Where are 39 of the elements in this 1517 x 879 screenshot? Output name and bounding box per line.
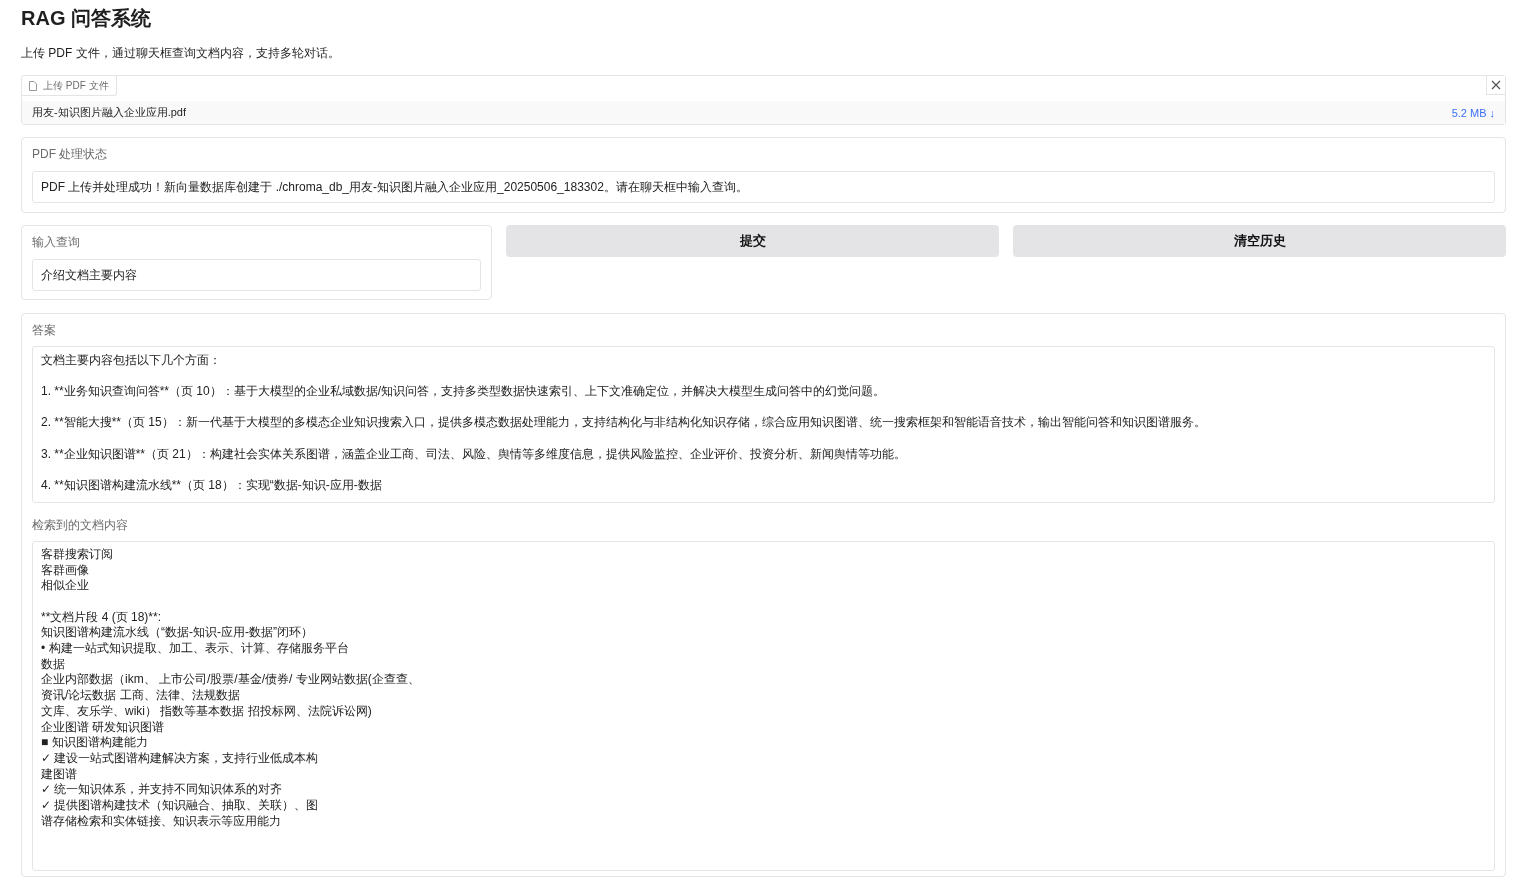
text-line: 客群搜索订阅 (41, 547, 114, 563)
text-line: 企业图谱 研发知识图谱 (41, 719, 166, 736)
text-line: 数据 (41, 656, 66, 673)
action-button[interactable]: 清空历史 (1013, 225, 1506, 257)
text-line: ✓ 统一知识体系，并支持不同知识体系的对齐 (41, 782, 284, 799)
text-line: 知识图谱构建流水线（“数据-知识-应用-数据”闭环） (41, 625, 314, 641)
field-label: 答案 (32, 322, 56, 339)
text-line: 企业内部数据（ikm、 上市公司/股票/基金/债券/ 专业网站数据(企查查、 (41, 672, 421, 689)
text-line: 客群画像 (41, 562, 90, 579)
text-line: ■ 知识图谱构建能力 (41, 735, 149, 751)
text-line: 资讯/论坛数据 工商、法律、法规数据 (41, 688, 241, 704)
text-line: • 构建一站式知识提取、加工、表示、计算、存储服务平台 (41, 641, 350, 657)
field-label: 输入查询 (32, 234, 80, 251)
action-button[interactable]: 提交 (506, 225, 999, 257)
page-description: 上传 PDF 文件，通过聊天框查询文档内容，支持多轮对话。 (21, 45, 340, 61)
text-line: 相似企业 (41, 578, 90, 595)
text-line: ✓ 提供图谱构建技术（知识融合、抽取、关联）、图 (41, 798, 320, 814)
file-name: 用友-知识图片融入企业应用.pdf (32, 105, 186, 120)
download-link[interactable]: ↓ (1489, 106, 1495, 119)
field-label: 检索到的文档内容 (32, 517, 128, 534)
close-icon (1491, 80, 1501, 90)
text-line: 1. **业务知识查询问答**（页 10）：基于大模型的企业私域数据/知识问答，支持多类型数据快速索引、上下文准确定位，并解决大模型生成问答中的幻觉问题。 (41, 384, 887, 400)
text-line: 2. **智能大搜**（页 15）：新一代基于大模型的多模态企业知识搜索入口，提供多模态数据处理能力，支持结构化与非结构化知识存储，综合应用知识图谱、统一搜索框架和智能语音技术，输出智能问答和知识图谱服务。 (41, 415, 1207, 432)
text-line: 3. **企业知识图谱**（页 21）：构建社会实体关系图谱，涵盖企业工商、司法、风险、舆情等多维度信息，提供风险监控、企业评价、投资分析、新闻舆情等功能。 (41, 446, 907, 463)
status-field: PDF 上传并处理成功！新向量数据库创建于 ./chroma_db_用友-知识图片融入企业应用_20250506_183302。请在聊天框中输入查询。 (32, 171, 1495, 203)
upload-label-text: 上传 PDF 文件 (43, 78, 109, 93)
file-icon (29, 80, 37, 91)
text-line: 建图谱 (41, 766, 78, 783)
file-size: 5.2 MB (1451, 106, 1487, 119)
close-button[interactable] (1486, 76, 1505, 95)
text-line: 文库、友乐学、wiki） 指数等基本数据 招投标网、法院诉讼网) (41, 703, 373, 720)
text-line: ✓ 建设一站式图谱构建解决方案，支持行业低成本构 (41, 750, 320, 767)
query-input[interactable]: 介绍文档主要内容 (32, 259, 481, 291)
text-line: 文档主要内容包括以下几个方面： (41, 353, 222, 369)
text-line: 4. **知识图谱构建流水线**（页 18）：实现“数据-知识-应用-数据 (41, 477, 383, 494)
text-line: 谱存储检索和实体链接、知识表示等应用能力 (41, 813, 282, 830)
text-line: **文档片段 4 (页 18)**: (41, 609, 163, 626)
page-title: RAG 问答系统 (21, 6, 151, 30)
field-label: PDF 处理状态 (32, 146, 108, 163)
